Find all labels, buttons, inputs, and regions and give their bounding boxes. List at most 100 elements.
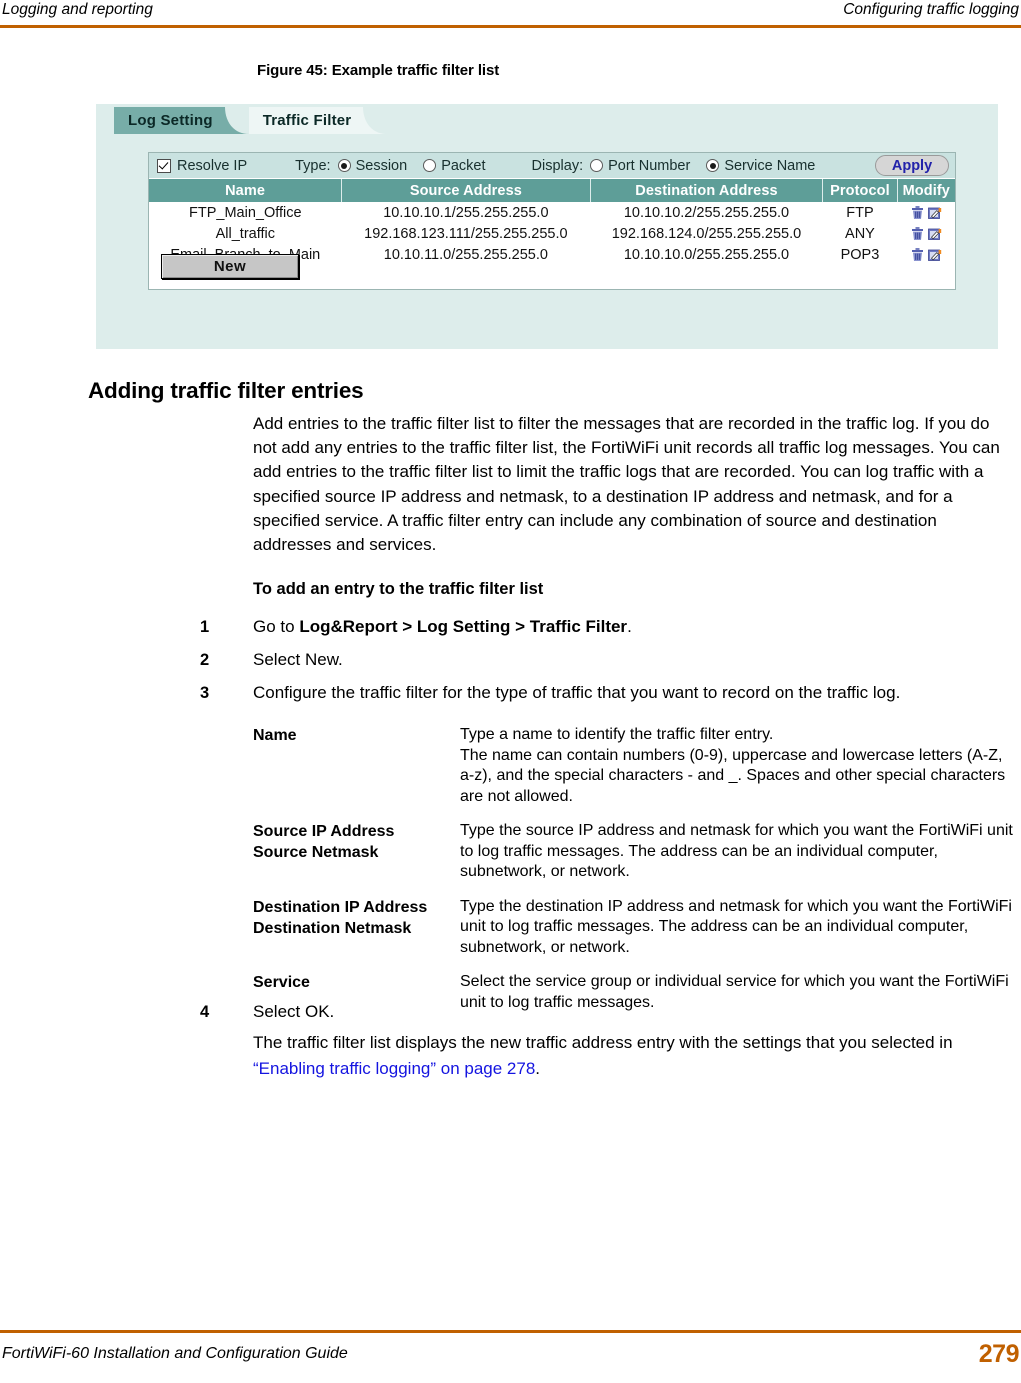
edit-icon[interactable] — [927, 227, 942, 241]
cell-name: FTP_Main_Office — [189, 204, 302, 221]
display-group: Display: Port Number Service Name — [532, 158, 816, 174]
definition-row: Name Type a name to identify the traffic… — [253, 725, 1017, 807]
checkbox-checked-icon — [157, 158, 171, 173]
definition-description-line: Type the destination IP address and netm… — [460, 897, 1012, 956]
definition-term-line: Source IP Address — [253, 823, 395, 840]
definition-row: Destination IP Address Destination Netma… — [253, 897, 1017, 959]
tab-traffic-filter-label: Traffic Filter — [262, 112, 352, 129]
definition-description-line: The name can contain numbers (0-9), uppe… — [460, 746, 1006, 805]
step-text: Configure the traffic filter for the typ… — [253, 683, 901, 702]
filter-options-bar: Resolve IP Type: Session Packet Display:… — [149, 153, 955, 179]
delete-icon[interactable] — [911, 226, 924, 241]
cell-protocol: FTP — [846, 204, 874, 221]
cell-modify — [897, 202, 955, 223]
radio-port-number-icon[interactable] — [590, 159, 604, 172]
column-header-destination: Destination Address — [590, 179, 824, 202]
page-running-head: Logging and reporting Configuring traffi… — [0, 0, 1021, 28]
traffic-filter-table: Name Source Address Destination Address … — [149, 179, 955, 265]
cell-destination: 10.10.10.2/255.255.255.0 — [623, 204, 790, 221]
definition-description: Type the destination IP address and netm… — [460, 897, 1017, 959]
footer-divider-rule — [0, 1330, 1021, 1333]
definition-description: Type the source IP address and netmask f… — [460, 821, 1017, 883]
display-option-port-number-label[interactable]: Port Number — [608, 158, 690, 174]
definition-term-line: Service — [253, 974, 310, 991]
footer-title: FortiWiFi-60 Installation and Configurat… — [2, 1345, 348, 1362]
closing-text-prefix: The traffic filter list displays the new… — [253, 1033, 953, 1052]
delete-icon[interactable] — [911, 247, 924, 262]
apply-button[interactable]: Apply — [875, 155, 949, 176]
display-option-service-name-label[interactable]: Service Name — [724, 158, 815, 174]
cross-reference-link[interactable]: “Enabling traffic logging” on page 278 — [253, 1059, 535, 1078]
display-label: Display: — [531, 157, 584, 174]
radio-session-selected-icon[interactable] — [337, 159, 351, 172]
cell-source: 10.10.10.1/255.255.255.0 — [383, 204, 549, 221]
tab-log-setting[interactable]: Log Setting — [114, 107, 249, 134]
definition-term-line: Destination IP Address — [253, 898, 428, 916]
delete-icon[interactable] — [911, 205, 924, 220]
step-text-prefix: Go to — [253, 617, 300, 636]
definition-term-line: Name — [253, 727, 297, 744]
resolve-ip-label: Resolve IP — [177, 157, 248, 174]
resolve-ip-checkbox[interactable]: Resolve IP — [157, 158, 247, 174]
edit-icon[interactable] — [927, 206, 942, 220]
cell-protocol: ANY — [845, 225, 875, 242]
definition-term-line: Source Netmask — [253, 844, 379, 861]
field-definition-table: Name Type a name to identify the traffic… — [253, 725, 1017, 1027]
tab-bar: Log Setting Traffic Filter — [114, 104, 388, 134]
step-item: 4 Select OK. — [200, 1000, 1020, 1024]
edit-icon[interactable] — [927, 248, 942, 262]
definition-description-line: Type a name to identify the traffic filt… — [460, 726, 774, 743]
step-text-suffix: . — [627, 617, 632, 636]
tab-log-setting-label: Log Setting — [128, 112, 213, 129]
step-number: 2 — [200, 651, 210, 669]
figure-caption: Figure 45: Example traffic filter list — [257, 62, 500, 79]
new-button[interactable]: New — [161, 254, 299, 279]
table-header-row: Name Source Address Destination Address … — [149, 179, 955, 202]
cell-source: 10.10.11.0/255.255.255.0 — [383, 246, 548, 263]
type-label: Type: — [295, 157, 331, 174]
cell-name: All_traffic — [215, 225, 275, 242]
step-text: Go to Log&Report > Log Setting > Traffic… — [253, 615, 1020, 639]
definition-term: Name — [253, 725, 460, 807]
definition-term-line: Destination Netmask — [253, 919, 412, 937]
radio-service-name-selected-icon[interactable] — [706, 159, 720, 172]
running-head-right: Configuring traffic logging — [843, 1, 1019, 18]
step-number: 4 — [200, 1003, 210, 1021]
type-option-packet-label[interactable]: Packet — [441, 158, 485, 174]
closing-text-suffix: . — [535, 1059, 541, 1078]
type-group: Type: Session Packet — [295, 158, 485, 174]
tab-curve-shape — [218, 107, 249, 134]
procedure-title: To add an entry to the traffic filter li… — [253, 580, 544, 598]
footer-page-number: 279 — [978, 1339, 1020, 1368]
step-number: 1 — [200, 618, 210, 636]
procedure-steps: 1 Go to Log&Report > Log Setting > Traff… — [200, 615, 1020, 714]
definition-term: Source IP Address Source Netmask — [253, 821, 460, 883]
page-footer: FortiWiFi-60 Installation and Configurat… — [0, 1337, 1021, 1371]
table-row: FTP_Main_Office 10.10.10.1/255.255.255.0… — [149, 202, 955, 223]
type-option-session-label[interactable]: Session — [356, 158, 408, 174]
step-item: 2 Select New. — [200, 648, 1020, 672]
step-item: 3 Configure the traffic filter for the t… — [200, 681, 1020, 705]
cell-destination: 10.10.10.0/255.255.255.0 — [623, 246, 790, 263]
definition-description-line: Type the source IP address and netmask f… — [460, 822, 1013, 880]
figure-screenshot: Log Setting Traffic Filter Resolve IP Ty… — [96, 104, 998, 349]
section-heading: Adding traffic filter entries — [88, 378, 364, 403]
step-text: Select OK. — [253, 1002, 335, 1021]
definition-description: Type a name to identify the traffic filt… — [460, 725, 1017, 807]
step-text-bold: Log&Report > Log Setting > Traffic Filte… — [299, 617, 628, 636]
step-number: 3 — [200, 684, 210, 702]
tab-traffic-filter[interactable]: Traffic Filter — [248, 107, 388, 134]
header-divider-rule — [0, 25, 1021, 28]
definition-row: Source IP Address Source Netmask Type th… — [253, 821, 1017, 883]
intro-paragraph: Add entries to the traffic filter list t… — [253, 414, 1000, 555]
running-head-left: Logging and reporting — [2, 1, 153, 18]
tab-curve-shape — [357, 107, 388, 134]
cell-destination: 192.168.124.0/255.255.255.0 — [611, 225, 802, 242]
definition-term: Destination IP Address Destination Netma… — [253, 897, 460, 959]
column-header-modify: Modify — [897, 179, 955, 202]
radio-packet-icon[interactable] — [423, 159, 437, 172]
cell-source: 192.168.123.111/255.255.255.0 — [364, 225, 568, 242]
column-header-name: Name — [149, 179, 343, 202]
closing-paragraph: The traffic filter list displays the new… — [253, 1030, 1017, 1082]
traffic-filter-panel: Resolve IP Type: Session Packet Display:… — [148, 152, 956, 290]
